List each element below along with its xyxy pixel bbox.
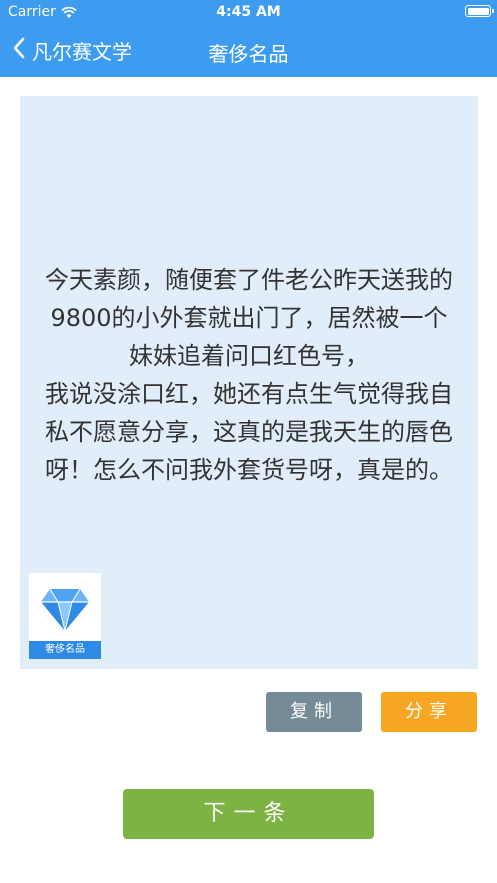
share-button[interactable]: 分享 xyxy=(381,692,477,732)
quote-text: 今天素颜，随便套了件老公昨天送我的 9800的小外套就出门了，居然被一个 妹妹追… xyxy=(45,266,453,484)
logo-caption: 奢侈名品 xyxy=(29,641,101,659)
navigation-bar: 凡尔赛文学 奢侈名品 xyxy=(0,24,497,77)
content-card: 今天素颜，随便套了件老公昨天送我的 9800的小外套就出门了，居然被一个 妹妹追… xyxy=(20,96,478,669)
status-time: 4:45 AM xyxy=(216,4,281,20)
copy-button[interactable]: 复制 xyxy=(266,692,362,732)
diamond-icon xyxy=(41,588,89,632)
app-logo: 奢侈名品 xyxy=(29,573,101,659)
battery-icon xyxy=(465,5,494,17)
page-title: 奢侈名品 xyxy=(208,42,289,66)
status-bar: Carrier 4:45 AM xyxy=(0,0,497,24)
next-button[interactable]: 下一条 xyxy=(123,789,374,839)
